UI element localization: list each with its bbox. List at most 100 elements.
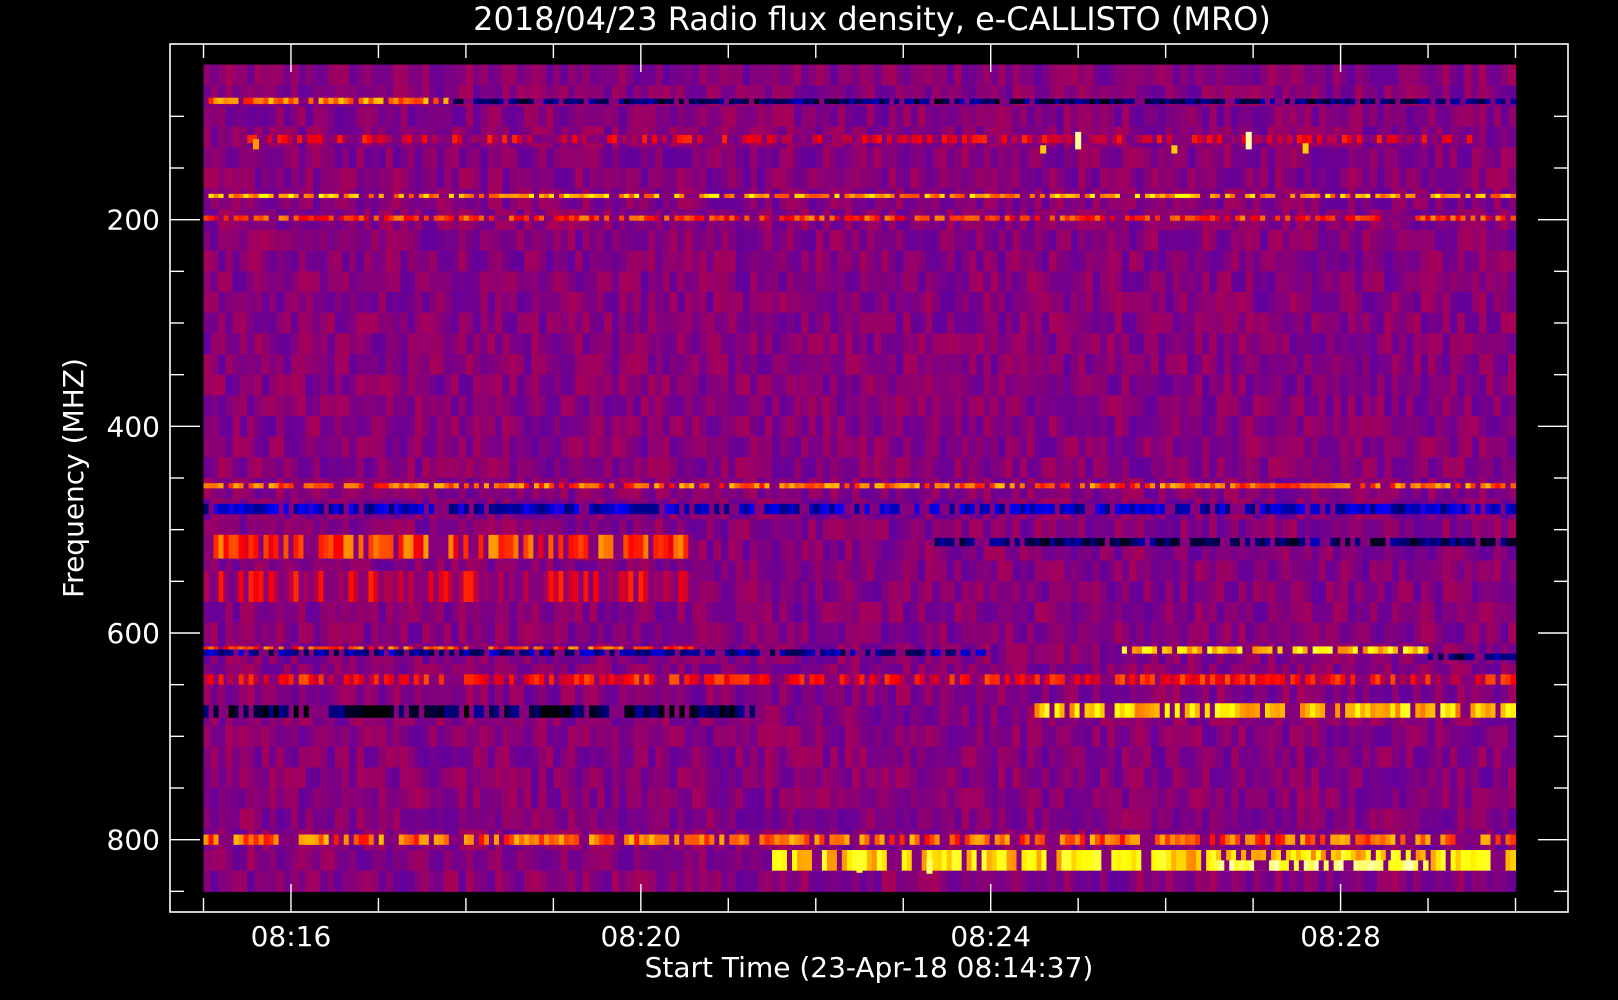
spectrogram-cell xyxy=(728,271,737,293)
spectrogram-cell xyxy=(276,457,285,479)
spectrogram-cell xyxy=(1435,168,1444,190)
spectrogram-cell xyxy=(1107,168,1116,190)
spectrogram-cell xyxy=(1479,312,1487,334)
spectrogram-cell xyxy=(487,250,496,272)
spectrogram-cell xyxy=(1070,457,1079,479)
spectrogram-cell xyxy=(1129,147,1138,169)
spectrogram-cell xyxy=(1136,354,1145,376)
spectrogram-cell xyxy=(1121,147,1130,169)
spectrogram-cell xyxy=(1070,292,1079,314)
spectrogram-cell xyxy=(1282,602,1291,624)
spectrogram-cell xyxy=(611,622,620,644)
spectrogram-cell xyxy=(684,312,693,334)
spectrogram-cell xyxy=(1238,519,1247,541)
spectrogram-cell xyxy=(473,147,482,169)
spectrogram-cell xyxy=(1012,250,1021,272)
spectrogram-cell xyxy=(422,147,431,169)
spectrogram-cell xyxy=(721,416,729,438)
spectrogram-cell xyxy=(1449,292,1458,314)
spectrogram-cell xyxy=(1289,416,1298,438)
spectrogram-cell xyxy=(232,271,241,293)
spectrogram-cell xyxy=(1267,478,1276,500)
spectrogram-cell xyxy=(801,333,810,355)
spectrogram-cell xyxy=(750,540,759,562)
spectrogram-cell xyxy=(1129,312,1138,334)
spectrogram-cell xyxy=(852,106,861,128)
spectrogram-cell xyxy=(1209,250,1218,272)
spectrogram-cell xyxy=(793,478,802,500)
spectrogram-cell xyxy=(480,457,489,479)
spectrogram-cell xyxy=(1420,457,1429,479)
spectrogram-cell xyxy=(844,188,853,210)
spectrogram-cell xyxy=(1369,250,1378,272)
spectrogram-cell xyxy=(480,622,489,644)
spectrogram-cell xyxy=(706,292,715,314)
spectrogram-cell xyxy=(1274,478,1283,500)
spectrogram-cell xyxy=(757,106,766,128)
spectrogram-cell xyxy=(546,147,554,169)
spectrogram-cell xyxy=(662,602,671,624)
spectrogram-cell xyxy=(1194,416,1203,438)
spectrogram-cell xyxy=(225,395,234,417)
spectrogram-cell xyxy=(385,188,394,210)
spectrogram-cell xyxy=(1304,312,1313,334)
spectrogram-cell xyxy=(1347,292,1356,314)
spectrogram-cell xyxy=(786,478,795,500)
spectrogram-cell xyxy=(757,416,766,438)
spectrogram-cell xyxy=(495,395,503,417)
spectrogram-cell xyxy=(1304,436,1313,458)
spectrogram-cell xyxy=(1005,457,1014,479)
spectrogram-cell xyxy=(786,374,795,396)
spectrogram-cell xyxy=(407,602,416,624)
spectrogram-cell xyxy=(866,602,875,624)
spectrogram-cell xyxy=(1464,250,1473,272)
spectrogram-cell xyxy=(735,106,744,128)
spectrogram-cell xyxy=(1245,416,1254,438)
spectrogram-cell xyxy=(247,188,256,210)
spectrogram-cell xyxy=(1238,250,1247,272)
spectrogram-cell xyxy=(589,478,598,500)
spectrogram-cell xyxy=(1070,168,1079,190)
spectrogram-cell xyxy=(312,312,321,334)
spectrogram-cell xyxy=(618,147,627,169)
spectrogram-cell xyxy=(757,64,766,86)
spectrogram-cell xyxy=(1384,250,1393,272)
spectrogram-cell xyxy=(312,333,321,355)
spectrogram-cell xyxy=(225,292,234,314)
spectrogram-cell xyxy=(232,354,241,376)
spectrogram-cell xyxy=(436,250,445,272)
spectrogram-cell xyxy=(662,333,671,355)
spectrogram-cell xyxy=(844,519,853,541)
spectrogram-cell xyxy=(436,478,445,500)
spectrogram-cell xyxy=(1245,168,1254,190)
spectrogram-cell xyxy=(866,478,875,500)
spectrogram-cell xyxy=(393,147,401,169)
spectrogram-cell xyxy=(1238,168,1247,190)
spectrogram-cell xyxy=(1238,436,1247,458)
spectrogram-cell xyxy=(349,622,358,644)
spectrogram-cell xyxy=(939,292,948,314)
spectrogram-cell xyxy=(1165,374,1174,396)
spectrogram-cell xyxy=(575,457,584,479)
spectrogram-cell xyxy=(1406,581,1415,603)
spectrogram-cell xyxy=(990,106,999,128)
spectrogram-cell xyxy=(290,478,299,500)
spectrogram-cell xyxy=(1165,457,1174,479)
spectrogram-cell xyxy=(939,106,948,128)
spectrogram-cell xyxy=(852,581,861,603)
spectrogram-cell xyxy=(815,147,824,169)
spectrogram-cell xyxy=(1493,292,1502,314)
spectrogram-cell xyxy=(1078,250,1087,272)
spectrogram-cell xyxy=(1078,457,1087,479)
spectrogram-cell xyxy=(939,312,948,334)
spectrogram-cell xyxy=(655,354,664,376)
spectrogram-cell xyxy=(210,395,219,417)
spectrogram-cell xyxy=(473,436,482,458)
spectrogram-cell xyxy=(1318,436,1327,458)
spectrogram-cell xyxy=(910,250,919,272)
spectrogram-cell xyxy=(823,395,831,417)
spectrogram-cell xyxy=(1369,395,1378,417)
spectrogram-cell xyxy=(1471,560,1480,582)
spectrogram-cell xyxy=(1172,478,1181,500)
spectrogram-cell xyxy=(793,292,802,314)
